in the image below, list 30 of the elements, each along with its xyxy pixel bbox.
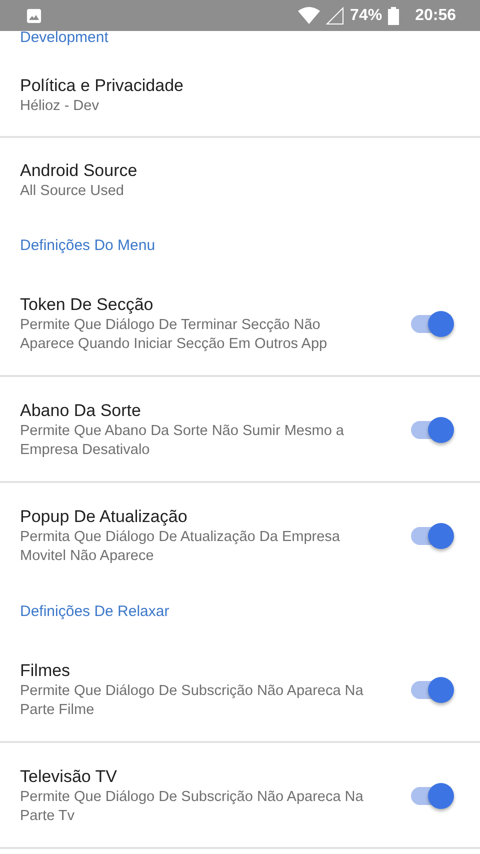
settings-item[interactable]: Popup De Atualização Permita Que Diálogo De Atualização Da Empresa Movitel Não Aparece	[0, 483, 480, 587]
item-summary: Permite Que Abano Da Sorte Não Sumir Mesmo a Empresa Desativalo	[20, 422, 345, 460]
battery-icon	[388, 6, 400, 24]
item-title: Televisão TV	[20, 766, 118, 788]
item-title: Popup De Atualização	[20, 506, 188, 528]
settings-item[interactable]: Abano Da Sorte Permite Que Abano Da Sorte Não Sumir Mesmo a Empresa Desativalo	[0, 377, 480, 481]
item-title: Filmes	[20, 660, 72, 682]
item-title: Abano Da Sorte	[20, 400, 142, 422]
item-summary: Permita Que Diálogo De Atualização Da Empresa Movitel Não Aparece	[20, 528, 341, 566]
section-header: Development	[19, 31, 110, 45]
settings-item[interactable]: Android Source All Source Used	[0, 138, 480, 221]
item-summary: Permite Que Diálogo De Subscrição Não Apareca Na Parte Filme	[20, 682, 364, 720]
item-title: Token De Secção	[20, 294, 154, 316]
section-header: Definições De Relaxar	[19, 605, 170, 619]
settings-item[interactable]: Televisão TV Permite Que Diálogo De Subscrição Não Apareca Na Parte Tv	[0, 743, 480, 847]
settings-item[interactable]: Token De Secção Permite Que Diálogo De Terminar Secção Não Aparece Quando Iniciar Secção Em Outros App	[0, 271, 480, 375]
settings-item[interactable]: Filmes Permite Que Diálogo De Subscrição Não Apareca Na Parte Filme	[0, 637, 480, 741]
image-icon	[26, 8, 42, 24]
item-summary: Hélioz - Dev	[20, 97, 100, 116]
item-summary: Permite Que Diálogo De Terminar Secção Não Aparece Quando Iniciar Secção Em Outros App	[20, 316, 328, 354]
clock: 20:56	[415, 6, 456, 24]
wifi-icon	[298, 7, 320, 24]
settings-item[interactable]: Política e Privacidade Hélioz - Dev	[0, 53, 480, 136]
item-summary: Permite Que Diálogo De Subscrição Não Apareca Na Parte Tv	[20, 788, 364, 826]
section-header: Definições Do Menu	[19, 239, 156, 253]
item-title: Android Source	[20, 160, 138, 182]
battery-percentage: 74%	[350, 6, 382, 24]
item-title: Política e Privacidade	[20, 75, 184, 97]
item-summary: All Source Used	[20, 182, 125, 201]
signal-icon	[326, 6, 344, 24]
